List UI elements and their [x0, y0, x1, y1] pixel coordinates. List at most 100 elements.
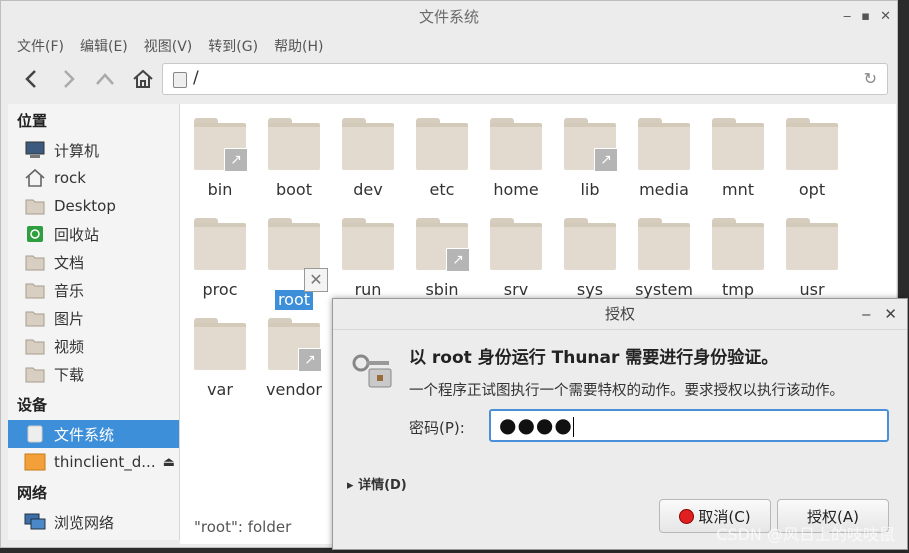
folder-icon: ✕: [268, 218, 328, 292]
file-item-sys[interactable]: sys: [553, 218, 627, 300]
file-item-mnt[interactable]: mnt: [701, 118, 775, 200]
file-name: lib: [580, 180, 600, 199]
dialog-title-bar[interactable]: 授权 ‒ ✕: [333, 299, 907, 330]
file-name: proc: [202, 280, 238, 299]
file-item-media[interactable]: media: [627, 118, 701, 200]
forward-button[interactable]: [55, 65, 83, 93]
symlink-arrow-icon: ↗: [298, 348, 322, 372]
locked-emblem-icon: ✕: [304, 268, 328, 292]
menu-bar: 文件(F) 编辑(E) 视图(V) 转到(G) 帮助(H): [1, 33, 897, 59]
watermark-text: CSDN @风日上的吱吱鼠: [716, 525, 895, 544]
file-item-sbin[interactable]: ↗ sbin: [405, 218, 479, 300]
file-name: bin: [207, 180, 233, 199]
downloads-icon: [24, 364, 46, 384]
sidebar-item-places-0[interactable]: 计算机: [8, 136, 179, 164]
folder-icon: [194, 218, 246, 270]
folder-icon: [194, 318, 246, 370]
title-bar[interactable]: 文件系统 ‒ ▪ ✕: [1, 1, 897, 33]
file-name: var: [207, 380, 233, 399]
file-name: mnt: [722, 180, 754, 199]
sidebar-item-label: rock: [54, 169, 86, 187]
file-name: srv: [503, 280, 529, 299]
file-name: vendor: [266, 380, 322, 399]
password-dots: ●●●●: [499, 413, 573, 437]
file-item-run[interactable]: run: [331, 218, 405, 300]
sidebar-item-places-4[interactable]: 文档: [8, 248, 179, 276]
close-icon[interactable]: ✕: [880, 1, 891, 33]
file-item-root[interactable]: ✕ root: [257, 218, 331, 310]
symlink-arrow-icon: ↗: [594, 148, 618, 172]
drive-icon: [24, 452, 46, 472]
file-item-opt[interactable]: opt: [775, 118, 849, 200]
dialog-close-icon[interactable]: ✕: [884, 299, 897, 329]
file-item-usr[interactable]: usr: [775, 218, 849, 300]
path-text: /: [193, 68, 199, 88]
forward-icon: [64, 70, 75, 88]
maximize-icon[interactable]: ▪: [861, 1, 870, 33]
sidebar-item-devices-0[interactable]: 文件系统: [8, 420, 179, 448]
minimize-icon[interactable]: ‒: [843, 1, 851, 33]
sidebar-item-places-7[interactable]: 视频: [8, 332, 179, 360]
up-button[interactable]: [91, 65, 119, 93]
sidebar-item-label: 浏览网络: [54, 513, 115, 532]
sidebar-item-places-2[interactable]: Desktop: [8, 192, 179, 220]
filesystem-icon: [24, 424, 46, 444]
desktop-icon: [24, 196, 46, 216]
file-item-lib[interactable]: ↗ lib: [553, 118, 627, 200]
cancel-icon: [679, 508, 695, 524]
sidebar-item-places-3[interactable]: 回收站: [8, 220, 179, 248]
network-heading: 网络: [17, 484, 48, 502]
folder-icon: [638, 218, 690, 270]
file-item-bin[interactable]: ↗ bin: [183, 118, 257, 200]
menu-view[interactable]: 视图(V): [144, 36, 193, 56]
folder-icon: [490, 218, 542, 270]
sidebar-item-label: 回收站: [54, 225, 100, 244]
file-item-boot[interactable]: boot: [257, 118, 331, 200]
home-button[interactable]: [129, 65, 157, 93]
dialog-message: 一个程序正试图执行一个需要特权的动作。要求授权以执行该动作。: [409, 383, 844, 399]
up-icon: [96, 73, 114, 85]
menu-go[interactable]: 转到(G): [208, 36, 258, 56]
file-item-srv[interactable]: srv: [479, 218, 553, 300]
menu-help[interactable]: 帮助(H): [274, 36, 323, 56]
file-item-tmp[interactable]: tmp: [701, 218, 775, 300]
folder-icon: ↗: [194, 118, 248, 172]
eject-icon[interactable]: ⏏: [163, 455, 175, 470]
auth-dialog: 授权 ‒ ✕ 以 root 身份运行 Thunar 需要进行身份验证。 一个程序…: [332, 298, 908, 550]
password-input[interactable]: ●●●●: [489, 409, 889, 442]
sidebar-item-label: Desktop: [54, 197, 116, 215]
sidebar-item-places-6[interactable]: 图片: [8, 304, 179, 332]
file-item-system[interactable]: system: [627, 218, 701, 300]
file-item-var[interactable]: var: [183, 318, 257, 400]
file-item-home[interactable]: home: [479, 118, 553, 200]
dialog-title: 授权: [604, 305, 635, 323]
location-bar[interactable]: / ↻: [162, 63, 888, 95]
menu-file[interactable]: 文件(F): [17, 36, 64, 56]
file-item-etc[interactable]: etc: [405, 118, 479, 200]
back-button[interactable]: [17, 65, 45, 93]
home-icon: [24, 168, 46, 188]
sidebar-item-places-1[interactable]: rock: [8, 164, 179, 192]
folder-icon: [712, 218, 764, 270]
videos-icon: [24, 336, 46, 356]
dialog-minimize-icon[interactable]: ‒: [861, 299, 871, 329]
sidebar-item-network-0[interactable]: 浏览网络: [8, 508, 179, 536]
toolbar: / ↻: [1, 59, 897, 99]
symlink-arrow-icon: ↗: [446, 248, 470, 272]
sidebar-item-places-5[interactable]: 音乐: [8, 276, 179, 304]
folder-icon: [786, 218, 838, 270]
file-item-proc[interactable]: proc: [183, 218, 257, 300]
reload-icon[interactable]: ↻: [864, 69, 877, 88]
sidebar-item-label: 计算机: [54, 141, 100, 160]
sidebar-item-devices-1[interactable]: thinclient_d... ⏏: [8, 448, 179, 476]
menu-edit[interactable]: 编辑(E): [80, 36, 128, 56]
sidebar-item-places-8[interactable]: 下载: [8, 360, 179, 388]
details-expander[interactable]: ▸ 详情(D): [347, 474, 407, 493]
dialog-heading: 以 root 身份运行 Thunar 需要进行身份验证。: [409, 348, 779, 368]
file-name: sys: [576, 280, 604, 299]
folder-icon: [342, 218, 394, 270]
file-item-dev[interactable]: dev: [331, 118, 405, 200]
folder-icon: [564, 218, 616, 270]
file-item-vendor[interactable]: ↗ vendor: [257, 318, 331, 400]
home-icon: [133, 69, 153, 88]
